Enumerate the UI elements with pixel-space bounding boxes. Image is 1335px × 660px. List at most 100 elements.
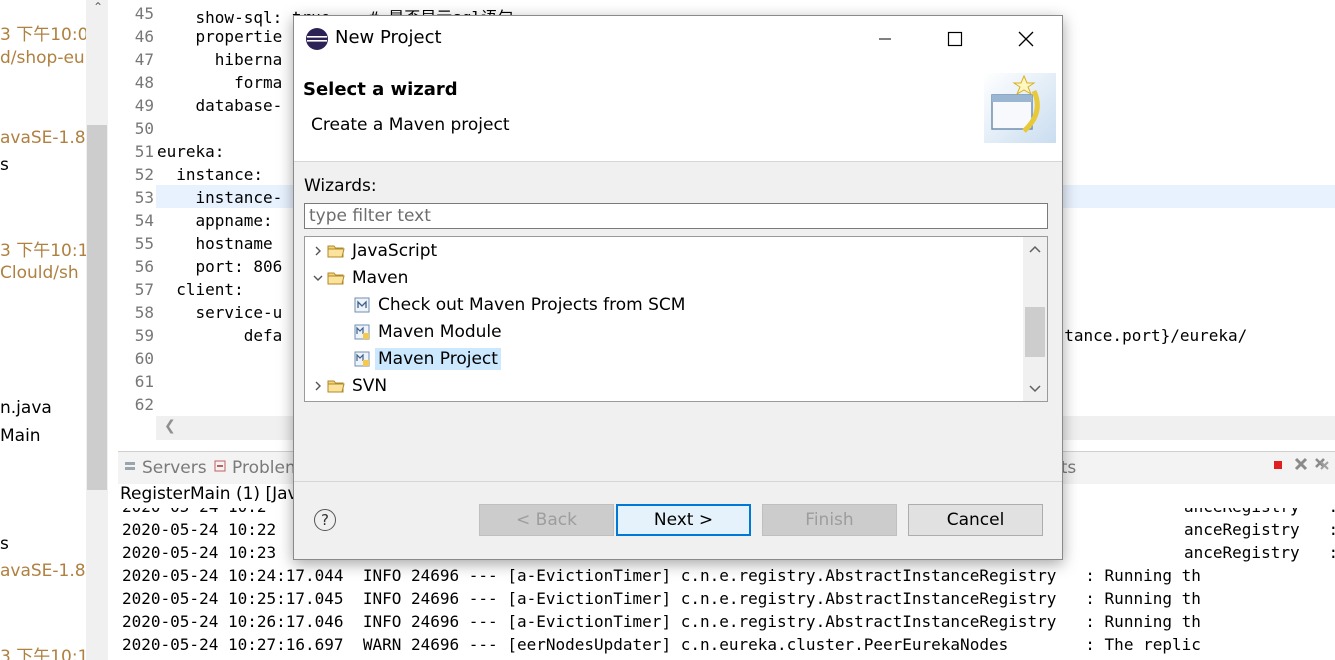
maven-scm-icon bbox=[353, 296, 371, 314]
tree-item-label: SVN bbox=[352, 376, 388, 396]
tree-item-svn[interactable]: SVN bbox=[309, 373, 390, 399]
console-line: 2020-05-24 10:25:17.045 INFO 24696 --- [… bbox=[122, 589, 1201, 608]
maximize-button[interactable] bbox=[920, 16, 990, 61]
line-number: 60 bbox=[134, 349, 154, 368]
tree-item-maven-project[interactable]: Maven Project bbox=[353, 346, 501, 372]
explorer-item[interactable]: avaSE-1.8] bbox=[0, 561, 92, 581]
tree-scroll-thumb[interactable] bbox=[1025, 307, 1045, 357]
line-number: 56 bbox=[134, 257, 154, 276]
console-line: 2020-05-24 10:27:16.697 WARN 24696 --- [… bbox=[122, 635, 1201, 654]
line-number: 55 bbox=[134, 234, 154, 253]
code-line[interactable]: service-u bbox=[157, 303, 283, 322]
tree-item-maven-module[interactable]: Maven Module bbox=[353, 319, 505, 345]
dialog-separator bbox=[294, 481, 1062, 482]
collapse-chevron-icon[interactable] bbox=[309, 265, 327, 291]
code-line[interactable]: appname: bbox=[157, 211, 273, 230]
folder-icon bbox=[327, 377, 345, 395]
finish-button[interactable]: Finish bbox=[762, 504, 897, 536]
code-line[interactable]: port: 806 bbox=[157, 257, 283, 276]
console-line: 2020-05-24 10:24:17.044 INFO 24696 --- [… bbox=[122, 566, 1201, 585]
console-title-text: RegisterMain (1) [Jav bbox=[120, 484, 298, 504]
explorer-item[interactable]: Clould/sh bbox=[0, 263, 79, 283]
wizard-filter-input[interactable] bbox=[304, 203, 1048, 229]
line-number: 49 bbox=[134, 96, 154, 115]
project-explorer-panel: 3 下午10:0 d/shop-eu avaSE-1.8] s 3 下午10:1… bbox=[0, 0, 110, 660]
tab-servers[interactable]: Servers bbox=[142, 458, 207, 478]
tab-problems[interactable]: Problem bbox=[232, 458, 302, 478]
code-line[interactable]: hiberna bbox=[157, 50, 282, 69]
line-number: 52 bbox=[134, 165, 154, 184]
tree-item-label: Maven bbox=[352, 268, 409, 288]
scroll-up-icon[interactable]: ⌃ bbox=[90, 0, 106, 16]
line-number: 51 bbox=[134, 142, 154, 161]
expand-chevron-icon[interactable] bbox=[309, 238, 327, 264]
code-line[interactable]: eureka: bbox=[157, 142, 224, 161]
expand-chevron-icon[interactable] bbox=[309, 373, 327, 399]
console-line: 2020-05-24 10:22 bbox=[122, 520, 277, 539]
tree-item-javascript[interactable]: JavaScript bbox=[309, 238, 440, 264]
scroll-up-icon[interactable] bbox=[1028, 243, 1042, 257]
folder-icon bbox=[327, 242, 345, 260]
wizards-label: Wizards: bbox=[304, 176, 377, 196]
code-line[interactable]: database- bbox=[157, 96, 283, 115]
maven-module-icon bbox=[353, 323, 371, 341]
cancel-button[interactable]: Cancel bbox=[908, 504, 1043, 536]
scroll-left-icon[interactable]: ❮ bbox=[164, 418, 176, 434]
tree-item-maven-scm[interactable]: Check out Maven Projects from SCM bbox=[353, 292, 688, 318]
code-line-tail[interactable]: nstance.port}/eureka/ bbox=[1045, 326, 1247, 345]
explorer-item[interactable]: d/shop-eu bbox=[0, 48, 85, 68]
line-number: 57 bbox=[134, 280, 154, 299]
dialog-titlebar[interactable]: New Project bbox=[294, 16, 1062, 61]
code-line[interactable]: instance: bbox=[157, 165, 263, 184]
console-line-tail: anceRegistry : Registered bbox=[1184, 520, 1335, 539]
dialog-title: New Project bbox=[335, 27, 442, 48]
maven-project-icon bbox=[353, 350, 371, 368]
close-icon bbox=[1018, 31, 1034, 46]
back-button[interactable]: < Back bbox=[479, 504, 614, 536]
tree-item-label: Maven Module bbox=[378, 322, 502, 342]
wizard-header: Select a wizard Create a Maven project bbox=[294, 61, 1062, 162]
line-number: 50 bbox=[134, 119, 154, 138]
line-number: 53 bbox=[134, 188, 154, 207]
code-line[interactable]: client: bbox=[157, 280, 243, 299]
help-button[interactable]: ? bbox=[314, 509, 336, 531]
line-number: 62 bbox=[134, 395, 154, 414]
wizard-description: Create a Maven project bbox=[311, 115, 510, 135]
terminate-icon[interactable] bbox=[1272, 459, 1284, 471]
code-line[interactable]: hostname bbox=[157, 234, 273, 253]
tree-item-maven[interactable]: Maven bbox=[309, 265, 411, 291]
next-button[interactable]: Next > bbox=[616, 504, 751, 536]
wizard-tree[interactable]: JavaScript Maven Check out Maven Project… bbox=[304, 236, 1048, 402]
line-number: 47 bbox=[134, 50, 154, 69]
explorer-item[interactable]: 3 下午10:0 bbox=[0, 20, 88, 45]
explorer-item[interactable]: n.java bbox=[0, 398, 52, 418]
remove-launch-icon[interactable] bbox=[1294, 457, 1308, 471]
code-line[interactable]: instance- bbox=[157, 188, 283, 207]
line-number: 54 bbox=[134, 211, 154, 230]
maximize-icon bbox=[947, 31, 963, 46]
servers-icon bbox=[125, 462, 135, 470]
explorer-scroll-thumb[interactable] bbox=[87, 125, 107, 490]
tree-scrollbar[interactable] bbox=[1023, 237, 1047, 401]
line-number: 48 bbox=[134, 73, 154, 92]
code-line[interactable]: defa bbox=[157, 326, 283, 345]
scroll-down-icon[interactable] bbox=[1028, 381, 1042, 395]
remove-all-icon[interactable] bbox=[1314, 457, 1330, 471]
close-button[interactable] bbox=[991, 16, 1061, 61]
code-line[interactable]: propertie bbox=[157, 27, 283, 46]
tree-item-label: JavaScript bbox=[352, 241, 438, 261]
eclipse-icon bbox=[306, 28, 328, 50]
wizard-title: Select a wizard bbox=[303, 79, 458, 100]
line-number: 59 bbox=[134, 326, 154, 345]
explorer-item[interactable]: 3 下午10:1 bbox=[0, 236, 88, 261]
minimize-button[interactable] bbox=[850, 16, 920, 61]
console-line: 2020-05-24 10:2 bbox=[122, 508, 267, 516]
line-number: 46 bbox=[134, 27, 154, 46]
explorer-item[interactable]: avaSE-1.8] bbox=[0, 128, 92, 148]
explorer-item[interactable]: Main bbox=[0, 426, 41, 446]
code-line[interactable]: forma bbox=[157, 73, 282, 92]
explorer-item[interactable]: s bbox=[0, 534, 9, 554]
explorer-item[interactable]: s bbox=[0, 155, 9, 175]
explorer-item[interactable]: 3 下午10:1 bbox=[0, 642, 88, 660]
line-number: 58 bbox=[134, 303, 154, 322]
